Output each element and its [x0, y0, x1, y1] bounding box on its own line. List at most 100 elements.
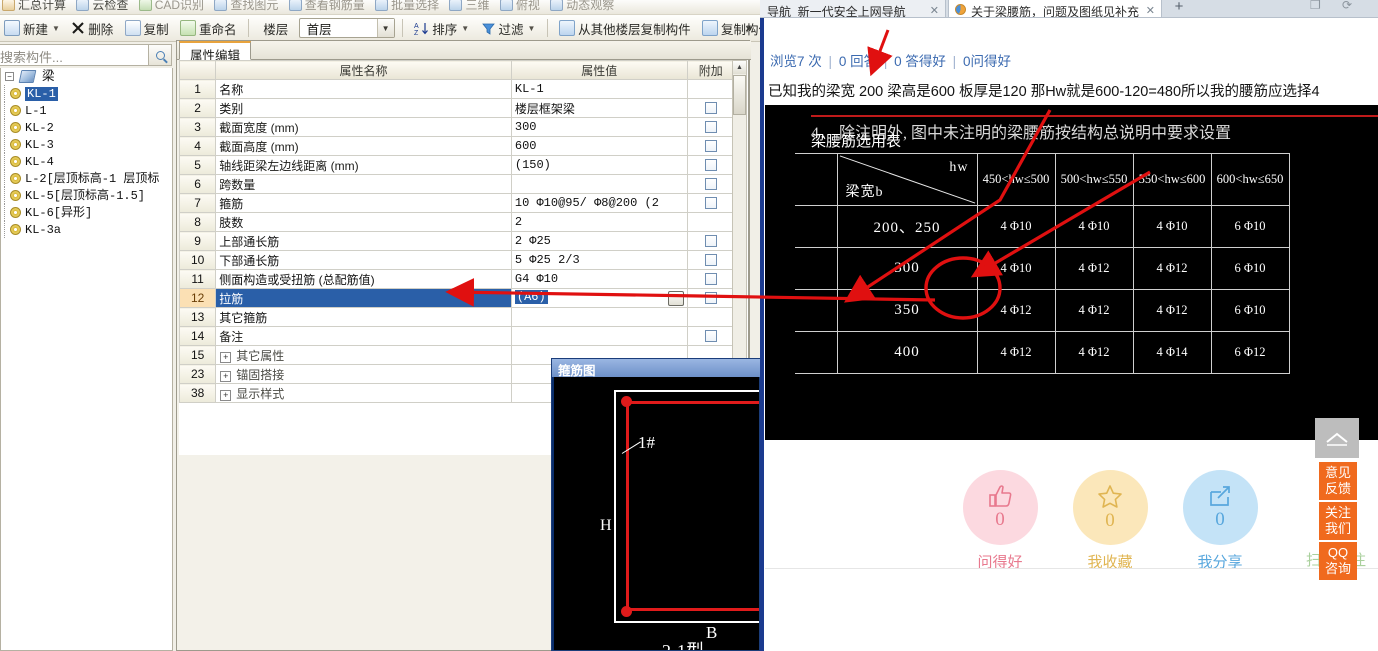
- toolbar-calc-button[interactable]: 汇总计算: [2, 0, 66, 13]
- floor-select[interactable]: 首层 ▼: [298, 18, 395, 38]
- property-name-cell[interactable]: 下部通长筋: [215, 250, 512, 270]
- property-name-cell[interactable]: 类别: [215, 98, 512, 118]
- toolbar-cloud-check-button[interactable]: 云检查: [76, 0, 128, 13]
- sort-button[interactable]: A Z 排序 ▼: [410, 15, 473, 41]
- collapse-icon[interactable]: −: [5, 72, 14, 81]
- extra-checkbox[interactable]: [704, 159, 717, 171]
- property-extra-cell[interactable]: [686, 174, 736, 194]
- tab-property-editor[interactable]: 属性编辑: [179, 41, 252, 63]
- table-row[interactable]: 12 拉筋 ••• (A6): [179, 288, 736, 308]
- tree-item-kl-3[interactable]: KL-3: [1, 136, 172, 153]
- extra-checkbox[interactable]: [704, 330, 717, 342]
- social-good-question[interactable]: 0 问得好: [960, 470, 1040, 572]
- back-to-top-button[interactable]: [1315, 418, 1359, 458]
- scrollbar-thumb[interactable]: [733, 75, 746, 115]
- property-value-cell[interactable]: 2: [510, 212, 688, 232]
- extra-checkbox[interactable]: [704, 254, 717, 266]
- toolbar-orbit-button[interactable]: 动态观察: [550, 0, 614, 13]
- extra-checkbox[interactable]: [704, 273, 717, 285]
- browser-tab-1[interactable]: 导航_新一代安全上网导航 ✕: [760, 0, 946, 17]
- table-row[interactable]: 10 下部通长筋 5 Φ25 2/3: [179, 250, 736, 270]
- property-name-cell[interactable]: 肢数: [215, 212, 512, 232]
- property-value-cell[interactable]: 2 Φ25: [510, 231, 688, 251]
- property-name-cell[interactable]: + 其它属性: [215, 345, 512, 365]
- property-name-cell[interactable]: 上部通长筋: [215, 231, 512, 251]
- rename-component-button[interactable]: 重命名: [176, 15, 241, 41]
- property-value-cell[interactable]: 600: [510, 136, 688, 156]
- expand-icon[interactable]: +: [220, 389, 232, 401]
- expand-icon[interactable]: +: [220, 370, 232, 382]
- search-button[interactable]: [148, 44, 172, 66]
- property-name-cell[interactable]: 备注: [215, 326, 512, 346]
- property-extra-cell[interactable]: [686, 193, 736, 213]
- social-favorite[interactable]: 0 我收藏: [1070, 470, 1150, 572]
- toolbar-cad-recognize-button[interactable]: CAD识别: [138, 0, 204, 13]
- scroll-up-icon[interactable]: ▲: [733, 61, 746, 74]
- property-value-cell[interactable]: G4 Φ10: [510, 269, 688, 289]
- filter-button[interactable]: 过滤 ▼: [477, 15, 540, 41]
- tree-item-kl-1[interactable]: KL-1: [1, 85, 172, 102]
- property-value-cell[interactable]: KL-1: [510, 79, 688, 99]
- table-row[interactable]: 6 跨数量: [179, 174, 736, 194]
- property-name-cell[interactable]: 截面宽度 (mm): [215, 117, 512, 137]
- tree-item-kl-5-15[interactable]: KL-5[层顶标高-1.5]: [1, 187, 172, 204]
- property-extra-cell[interactable]: [686, 231, 736, 251]
- copy-component-button[interactable]: 复制: [121, 15, 173, 41]
- property-value-cell[interactable]: 10 Φ10@95/ Φ8@200 (2: [510, 193, 688, 213]
- close-icon[interactable]: ✕: [930, 4, 939, 17]
- property-extra-cell[interactable]: [686, 269, 736, 289]
- property-value-cell[interactable]: ••• (A6): [510, 288, 688, 308]
- property-value-cell[interactable]: [510, 307, 688, 327]
- social-share[interactable]: 0 我分享: [1180, 470, 1260, 572]
- property-value-cell[interactable]: [510, 326, 688, 346]
- toolbar-batch-select-button[interactable]: 批量选择: [375, 0, 439, 13]
- table-row[interactable]: 2 类别 楼层框架梁: [179, 98, 736, 118]
- extra-checkbox[interactable]: [704, 197, 717, 209]
- extra-checkbox[interactable]: [704, 292, 717, 304]
- tree-item-kl-6[interactable]: KL-6[异形]: [1, 204, 172, 221]
- property-extra-cell[interactable]: [686, 155, 736, 175]
- property-name-cell[interactable]: + 显示样式: [215, 383, 512, 403]
- qq-consult-button[interactable]: QQ 咨询: [1319, 542, 1357, 580]
- property-extra-cell[interactable]: [686, 288, 736, 308]
- tree-item-kl-3a[interactable]: KL-3a: [1, 221, 172, 238]
- property-name-cell[interactable]: 拉筋: [215, 288, 512, 308]
- tree-root-node[interactable]: − 梁: [1, 68, 172, 85]
- tree-item-kl-2[interactable]: KL-2: [1, 119, 172, 136]
- extra-checkbox[interactable]: [704, 121, 717, 133]
- expand-icon[interactable]: +: [220, 351, 232, 363]
- property-extra-cell[interactable]: [686, 136, 736, 156]
- property-extra-cell[interactable]: [686, 326, 736, 346]
- property-name-cell[interactable]: 名称: [215, 79, 512, 99]
- property-value-cell[interactable]: 楼层框架梁: [510, 98, 688, 118]
- property-extra-cell[interactable]: [686, 79, 736, 99]
- property-extra-cell[interactable]: [686, 250, 736, 270]
- tree-item-kl-4[interactable]: KL-4: [1, 153, 172, 170]
- property-value-cell[interactable]: 5 Φ25 2/3: [510, 250, 688, 270]
- table-row[interactable]: 13 其它箍筋: [179, 307, 736, 327]
- property-value-cell[interactable]: [510, 174, 688, 194]
- property-value-cell[interactable]: 300: [510, 117, 688, 137]
- component-tree[interactable]: − 梁 KL-1 L-1 KL-2 KL-3 KL-4 L-2[层顶标高-1 层顶标 KL-…: [0, 68, 173, 651]
- table-row[interactable]: 11 侧面构造或受扭筋 (总配筋值) G4 Φ10: [179, 269, 736, 289]
- toolbar-overflow-button[interactable]: »: [745, 21, 752, 35]
- extra-checkbox[interactable]: [704, 140, 717, 152]
- property-name-cell[interactable]: 跨数量: [215, 174, 512, 194]
- open-editor-button[interactable]: •••: [667, 291, 686, 306]
- property-name-cell[interactable]: 其它箍筋: [215, 307, 512, 327]
- copy-from-floor-button[interactable]: 从其他楼层复制构件: [555, 15, 695, 41]
- property-extra-cell[interactable]: [686, 212, 736, 232]
- toolbar-find-element-button[interactable]: 查找图元: [214, 0, 278, 13]
- extra-checkbox[interactable]: [704, 235, 717, 247]
- table-row[interactable]: 14 备注: [179, 326, 736, 346]
- close-icon[interactable]: ✕: [1146, 4, 1155, 17]
- new-component-button[interactable]: 新建 ▼: [0, 15, 64, 41]
- browser-tab-2[interactable]: 关于梁腰筋，问题及图纸见补充_ ✕: [948, 0, 1162, 17]
- search-input[interactable]: 搜索构件...: [0, 44, 149, 66]
- tree-item-l-1[interactable]: L-1: [1, 102, 172, 119]
- toolbar-view-rebar-button[interactable]: 查看钢筋量: [288, 0, 365, 13]
- feedback-button[interactable]: 意见 反馈: [1319, 462, 1357, 500]
- property-name-cell[interactable]: 侧面构造或受扭筋 (总配筋值): [215, 269, 512, 289]
- table-row[interactable]: 8 肢数 2: [179, 212, 736, 232]
- tree-item-l-2-1[interactable]: L-2[层顶标高-1 层顶标: [1, 170, 172, 187]
